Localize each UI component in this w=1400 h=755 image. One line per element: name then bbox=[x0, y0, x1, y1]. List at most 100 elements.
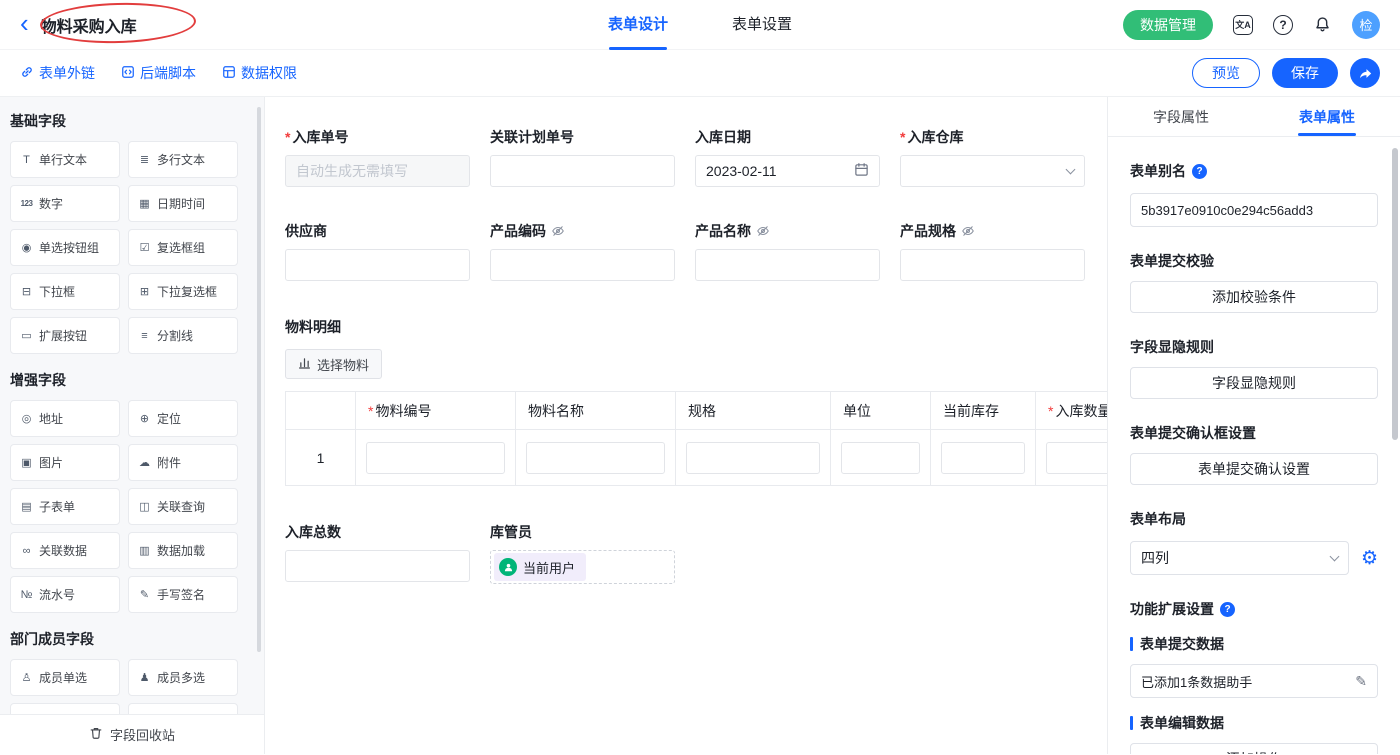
data-manage-button[interactable]: 数据管理 bbox=[1123, 10, 1213, 40]
field-location[interactable]: ⊕定位 bbox=[128, 400, 238, 437]
stock-input[interactable] bbox=[941, 442, 1025, 474]
back-icon[interactable]: ‹ bbox=[20, 13, 29, 33]
field-linked-data[interactable]: ∞关联数据 bbox=[10, 532, 120, 569]
plan-no-input[interactable] bbox=[490, 155, 675, 187]
material-detail-title: 物料明细 bbox=[285, 317, 1107, 337]
current-user-chip[interactable]: 当前用户 bbox=[494, 553, 586, 581]
field-date[interactable]: 入库日期 2023-02-11 bbox=[695, 127, 880, 187]
field-order-no[interactable]: *入库单号 bbox=[285, 127, 470, 187]
visibility-rules-button[interactable]: 字段显隐规则 bbox=[1130, 367, 1378, 399]
product-name-input[interactable] bbox=[695, 249, 880, 281]
submit-confirm-button[interactable]: 表单提交确认设置 bbox=[1130, 453, 1378, 485]
gear-icon[interactable]: ⚙ bbox=[1361, 549, 1378, 568]
multi-line-text-icon: ≣ bbox=[137, 153, 152, 166]
label-text: 表单提交校验 bbox=[1130, 251, 1214, 271]
field-recycle-bin[interactable]: 字段回收站 bbox=[0, 714, 264, 754]
attachment-icon: ☁ bbox=[137, 456, 152, 469]
eye-off-icon bbox=[961, 224, 975, 238]
section-title-basic-fields: 基础字段 bbox=[10, 111, 264, 131]
save-button[interactable]: 保存 bbox=[1272, 58, 1338, 88]
form-alias-input[interactable] bbox=[1130, 193, 1378, 227]
tab-field-properties[interactable]: 字段属性 bbox=[1108, 97, 1254, 136]
field-image[interactable]: ▣图片 bbox=[10, 444, 120, 481]
in-qty-input[interactable] bbox=[1046, 442, 1107, 474]
help-icon[interactable]: ? bbox=[1220, 602, 1235, 617]
field-address[interactable]: ◎地址 bbox=[10, 400, 120, 437]
add-operation-button[interactable]: 添加操作 bbox=[1130, 743, 1378, 754]
material-code-input[interactable] bbox=[366, 442, 505, 474]
warehouse-select[interactable] bbox=[900, 155, 1085, 187]
spec-input[interactable] bbox=[686, 442, 820, 474]
order-no-input[interactable] bbox=[285, 155, 470, 187]
layout-select[interactable]: 四列 bbox=[1130, 541, 1349, 575]
translate-icon[interactable]: 文A bbox=[1233, 15, 1253, 35]
field-subform[interactable]: ▤子表单 bbox=[10, 488, 120, 525]
select-material-button[interactable]: 选择物料 bbox=[285, 349, 382, 379]
field-linked-query[interactable]: ◫关联查询 bbox=[128, 488, 238, 525]
field-label: 数字 bbox=[39, 195, 63, 212]
label-text: 关联计划单号 bbox=[490, 127, 574, 147]
field-serial-number[interactable]: №流水号 bbox=[10, 576, 120, 613]
tab-form-settings[interactable]: 表单设置 bbox=[732, 0, 792, 50]
add-validation-button[interactable]: 添加校验条件 bbox=[1130, 281, 1378, 313]
field-member-multi[interactable]: ♟成员多选 bbox=[128, 659, 238, 696]
col-label: 物料名称 bbox=[528, 403, 584, 419]
field-single-line-text[interactable]: T单行文本 bbox=[10, 141, 120, 178]
col-label: 当前库存 bbox=[943, 403, 999, 419]
tab-form-properties[interactable]: 表单属性 bbox=[1254, 97, 1400, 136]
data-helper-box[interactable]: 已添加1条数据助手 ✎ bbox=[1130, 664, 1378, 698]
product-code-input[interactable] bbox=[490, 249, 675, 281]
field-multi-select[interactable]: ⊞下拉复选框 bbox=[128, 273, 238, 310]
label-text: 表单提交数据 bbox=[1140, 634, 1224, 654]
field-checkbox-group[interactable]: ☑复选框组 bbox=[128, 229, 238, 266]
field-keeper[interactable]: 库管员 当前用户 bbox=[490, 522, 675, 584]
field-radio-group[interactable]: ◉单选按钮组 bbox=[10, 229, 120, 266]
field-number[interactable]: 123数字 bbox=[10, 185, 120, 222]
signature-icon: ✎ bbox=[137, 588, 152, 601]
field-label: 下拉框 bbox=[39, 283, 75, 300]
field-signature[interactable]: ✎手写签名 bbox=[128, 576, 238, 613]
field-divider[interactable]: ≡分割线 bbox=[128, 317, 238, 354]
backend-script-link[interactable]: 后端脚本 bbox=[121, 63, 196, 83]
preview-button[interactable]: 预览 bbox=[1192, 58, 1260, 88]
field-extend-button[interactable]: ▭扩展按钮 bbox=[10, 317, 120, 354]
total-input[interactable] bbox=[285, 550, 470, 582]
field-product-name[interactable]: 产品名称 bbox=[695, 221, 880, 281]
properties-panel: 字段属性 表单属性 表单别名 ? 表单提交校验 添加校验条件 字段显隐规则 字段… bbox=[1107, 97, 1400, 754]
field-label: 供应商 bbox=[285, 221, 470, 241]
panel-tabs: 字段属性 表单属性 bbox=[1108, 97, 1400, 137]
form-external-link[interactable]: 表单外链 bbox=[20, 63, 95, 83]
panel-scrollbar[interactable] bbox=[1392, 148, 1398, 440]
edit-icon[interactable]: ✎ bbox=[1355, 673, 1367, 690]
material-name-input[interactable] bbox=[526, 442, 665, 474]
link-label: 表单外链 bbox=[39, 63, 95, 83]
help-icon[interactable]: ? bbox=[1273, 15, 1293, 35]
field-data-load[interactable]: ▥数据加载 bbox=[128, 532, 238, 569]
product-spec-input[interactable] bbox=[900, 249, 1085, 281]
share-button[interactable] bbox=[1350, 58, 1380, 88]
field-product-spec[interactable]: 产品规格 bbox=[900, 221, 1085, 281]
keeper-field[interactable]: 当前用户 bbox=[490, 550, 675, 584]
field-label: *入库单号 bbox=[285, 127, 470, 147]
field-plan-no[interactable]: 关联计划单号 bbox=[490, 127, 675, 187]
help-icon[interactable]: ? bbox=[1192, 164, 1207, 179]
cell-unit bbox=[831, 430, 931, 486]
avatar[interactable]: 检 bbox=[1352, 11, 1380, 39]
field-member-single[interactable]: ♙成员单选 bbox=[10, 659, 120, 696]
field-select[interactable]: ⊟下拉框 bbox=[10, 273, 120, 310]
field-supplier[interactable]: 供应商 bbox=[285, 221, 470, 281]
field-product-code[interactable]: 产品编码 bbox=[490, 221, 675, 281]
supplier-input[interactable] bbox=[285, 249, 470, 281]
field-total[interactable]: 入库总数 bbox=[285, 522, 470, 584]
bell-icon[interactable] bbox=[1313, 15, 1332, 34]
field-warehouse[interactable]: *入库仓库 bbox=[900, 127, 1085, 187]
tab-form-design[interactable]: 表单设计 bbox=[608, 0, 668, 50]
field-multi-line-text[interactable]: ≣多行文本 bbox=[128, 141, 238, 178]
data-permission-link[interactable]: 数据权限 bbox=[222, 63, 297, 83]
sidebar-scrollbar[interactable] bbox=[257, 107, 261, 652]
field-datetime[interactable]: ▦日期时间 bbox=[128, 185, 238, 222]
unit-input[interactable] bbox=[841, 442, 920, 474]
extension-settings-label: 功能扩展设置 ? bbox=[1130, 599, 1378, 619]
date-input[interactable]: 2023-02-11 bbox=[695, 155, 880, 187]
field-attachment[interactable]: ☁附件 bbox=[128, 444, 238, 481]
